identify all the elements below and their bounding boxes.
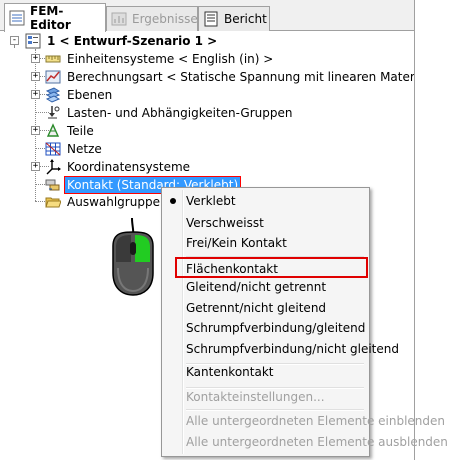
tree-item-netze[interactable]: Netze: [45, 140, 104, 158]
tree-item-label: Teile: [67, 124, 94, 138]
tree-root[interactable]: 1 < Entwurf-Szenario 1 >: [25, 32, 219, 50]
tab-label: FEM-Editor: [30, 4, 71, 32]
menu-item-frei-kein-kontakt[interactable]: Frei/Kein Kontakt: [164, 232, 367, 254]
menu-item-kantenkontakt[interactable]: Kantenkontakt: [164, 361, 367, 383]
menu-item-label: Gleitend/nicht getrennt: [186, 280, 327, 294]
tree-item-label: Koordinatensysteme: [67, 160, 191, 174]
tree-item-label: Lasten- und Abhängigkeiten-Gruppen: [67, 106, 293, 120]
tab-fem-editor[interactable]: FEM-Editor: [4, 3, 106, 32]
menu-item-label: Verschweisst: [186, 216, 264, 230]
report-icon: [204, 11, 218, 27]
tree-item-berechnungsart[interactable]: Berechnungsart < Statische Spannung mit …: [45, 68, 414, 86]
tab-ergebnisse[interactable]: Ergebnisse: [106, 6, 198, 31]
menu-item-schrumpf-gleitend[interactable]: Schrumpfverbindung/gleitend: [164, 317, 367, 339]
menu-item-alle-einblenden[interactable]: Alle untergeordneten Elemente einblenden: [164, 410, 445, 432]
expander-koordinatensysteme[interactable]: +: [31, 162, 40, 171]
tab-label: Ergebnisse: [132, 12, 198, 26]
menu-item-kontakteinstellungen[interactable]: Kontakteinstellungen...: [164, 386, 367, 408]
loads-icon: [48, 106, 60, 119]
tab-bar: FEM-Editor Ergebnisse Bericht: [0, 0, 456, 32]
results-icon: [111, 12, 127, 26]
expander-root[interactable]: -: [10, 36, 19, 45]
context-menu: Verklebt Verschweisst Frei/Kein Kontakt …: [161, 187, 448, 457]
menu-item-label: Flächenkontakt: [186, 262, 278, 276]
menu-item-label: Getrennt/nicht gleitend: [186, 301, 327, 315]
menu-item-getrennt-nicht-gleitend[interactable]: Getrennt/nicht gleitend: [164, 297, 367, 319]
analysis-type-icon: [45, 70, 61, 84]
menu-item-label: Kantenkontakt: [186, 365, 274, 379]
tree-item-label: Einheitensysteme < English (in) >: [67, 52, 274, 66]
radio-bullet-icon: [170, 198, 176, 204]
folder-icon: [45, 197, 61, 208]
menu-item-gleitend-nicht-getrennt[interactable]: Gleitend/nicht getrennt: [164, 276, 367, 298]
expander-ebenen[interactable]: +: [31, 90, 40, 99]
tree-item-koordinatensysteme[interactable]: Koordinatensysteme: [45, 158, 192, 176]
fem-editor-icon: [9, 10, 25, 26]
menu-item-label: Verklebt: [186, 194, 236, 208]
tree-item-label: Berechnungsart < Statische Spannung mit …: [67, 70, 414, 84]
units-icon: [45, 55, 61, 63]
coordinate-system-icon: [46, 159, 61, 175]
menu-item-label: Alle untergeordneten Elemente ausblenden: [186, 435, 448, 449]
menu-item-alle-ausblenden[interactable]: Alle untergeordneten Elemente ausblenden: [164, 431, 448, 453]
menu-item-verschweisst[interactable]: Verschweisst: [164, 212, 367, 234]
tree-item-label: Netze: [67, 142, 102, 156]
menu-item-label: Schrumpfverbindung/nicht gleitend: [186, 342, 399, 356]
parts-icon: [46, 123, 60, 137]
mesh-icon: [45, 142, 61, 156]
menu-item-label: Frei/Kein Kontakt: [186, 236, 287, 250]
menu-item-schrumpf-nicht-gleitend[interactable]: Schrumpfverbindung/nicht gleitend: [164, 338, 399, 360]
tab-label: Bericht: [224, 12, 267, 26]
menu-item-label: Kontakteinstellungen...: [186, 390, 325, 404]
tree-root-label: 1 < Entwurf-Szenario 1 >: [47, 34, 218, 48]
tab-bericht[interactable]: Bericht: [198, 6, 270, 31]
expander-berechnungsart[interactable]: +: [31, 72, 40, 81]
tree-item-einheitensysteme[interactable]: Einheitensysteme < English (in) >: [45, 50, 275, 68]
expander-einheitensysteme[interactable]: +: [31, 54, 40, 63]
contact-icon: [45, 179, 60, 191]
tree-item-ebenen[interactable]: Ebenen: [45, 86, 114, 104]
layers-icon: [45, 87, 61, 103]
tree-item-auswahlgruppen[interactable]: Auswahlgruppen: [45, 193, 170, 211]
menu-item-label: Schrumpfverbindung/gleitend: [186, 321, 366, 335]
menu-item-label: Alle untergeordneten Elemente einblenden: [186, 414, 446, 428]
tree-item-label: Auswahlgruppen: [67, 195, 168, 209]
expander-teile[interactable]: +: [31, 126, 40, 135]
tree-item-teile[interactable]: Teile: [45, 122, 96, 140]
mouse-illustration-icon: [112, 218, 154, 296]
tree-item-lasten[interactable]: Lasten- und Abhängigkeiten-Gruppen: [45, 104, 295, 122]
tree-item-label: Ebenen: [67, 88, 113, 102]
menu-item-verklebt[interactable]: Verklebt: [164, 190, 367, 212]
scenario-icon: [25, 33, 41, 49]
right-panel: [414, 0, 456, 460]
